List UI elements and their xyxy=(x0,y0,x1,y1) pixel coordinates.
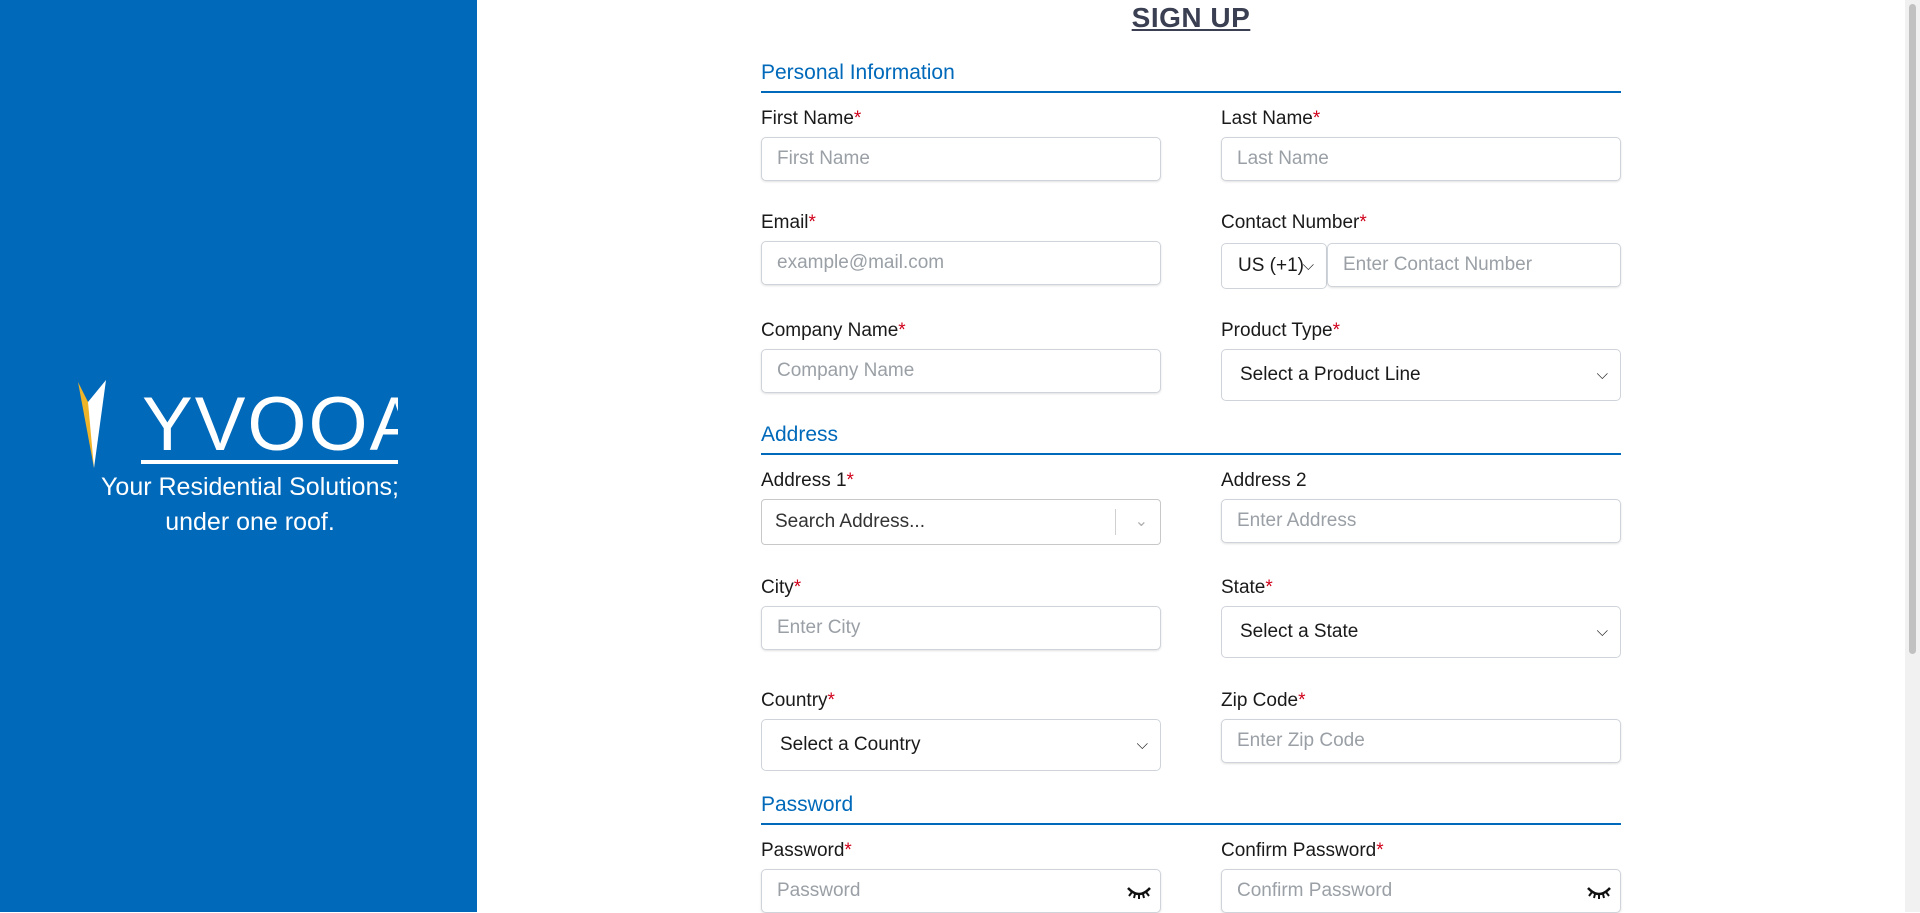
company-name-label: Company Name xyxy=(761,320,899,341)
chevron-down-icon: ⌵ xyxy=(1136,736,1148,753)
zip-code-field: Zip Code* Enter Zip Code xyxy=(1221,688,1621,763)
required-mark: * xyxy=(1312,108,1321,129)
required-mark: * xyxy=(827,690,835,711)
email-field: Email* example@mail.com xyxy=(761,210,1161,285)
chevron-down-icon: ⌵ xyxy=(1596,366,1608,383)
email-input[interactable]: example@mail.com xyxy=(761,241,1161,285)
address-1-label: Address 1 xyxy=(761,470,847,491)
address-search-select[interactable]: Search Address... ⌄ xyxy=(761,499,1161,545)
required-mark: * xyxy=(1265,577,1273,598)
state-label: State xyxy=(1221,577,1266,598)
last-name-label: Last Name xyxy=(1221,108,1313,129)
address-2-field: Address 2 Enter Address xyxy=(1221,468,1621,543)
scrollbar-thumb[interactable] xyxy=(1909,4,1916,654)
eye-closed-icon[interactable] xyxy=(1126,882,1152,902)
required-mark: * xyxy=(844,840,852,861)
tagline-line-1: Your Residential Solutions; xyxy=(101,473,399,501)
state-value: Select a State xyxy=(1240,621,1359,642)
brand-logo: YVOOA xyxy=(78,380,418,472)
product-type-value: Select a Product Line xyxy=(1240,364,1421,385)
product-type-label: Product Type xyxy=(1221,320,1333,341)
confirm-password-label: Confirm Password xyxy=(1221,840,1377,861)
country-value: Select a Country xyxy=(780,734,921,755)
first-name-field: First Name* First Name xyxy=(761,106,1161,181)
section-address: Address xyxy=(761,423,1621,455)
country-label: Country xyxy=(761,690,828,711)
tagline: Your Residential Solutions; under one ro… xyxy=(0,470,500,540)
address-1-field: Address 1* Search Address... ⌄ xyxy=(761,468,1161,545)
chevron-down-icon: ⌵ xyxy=(1302,257,1314,274)
zip-code-label: Zip Code xyxy=(1221,690,1299,711)
page-title: SIGN UP xyxy=(1131,2,1251,33)
required-mark: * xyxy=(793,577,802,598)
chevron-down-icon[interactable]: ⌄ xyxy=(1135,500,1148,544)
last-name-input[interactable]: Last Name xyxy=(1221,137,1621,181)
country-field: Country* Select a Country ⌵ xyxy=(761,688,1161,771)
brand-panel: YVOOA Your Residential Solutions; under … xyxy=(0,0,477,912)
first-name-input[interactable]: First Name xyxy=(761,137,1161,181)
country-code-value: US (+1) xyxy=(1238,255,1304,276)
confirm-password-input[interactable]: Confirm Password xyxy=(1221,869,1621,913)
separator xyxy=(1115,509,1116,535)
required-mark: * xyxy=(1298,690,1306,711)
address-search-placeholder: Search Address... xyxy=(775,511,925,532)
required-mark: * xyxy=(808,212,816,233)
last-name-field: Last Name* Last Name xyxy=(1221,106,1621,181)
zip-code-input[interactable]: Enter Zip Code xyxy=(1221,719,1621,763)
logo-text: YVOOA xyxy=(142,382,398,467)
section-personal-information: Personal Information xyxy=(761,61,1621,93)
password-label: Password xyxy=(761,840,845,861)
company-name-field: Company Name* Company Name xyxy=(761,318,1161,393)
city-label: City xyxy=(761,577,794,598)
contact-number-input[interactable]: Enter Contact Number xyxy=(1327,243,1621,287)
section-password: Password xyxy=(761,793,1621,825)
contact-number-label: Contact Number xyxy=(1221,212,1360,233)
country-select[interactable]: Select a Country ⌵ xyxy=(761,719,1161,771)
password-input[interactable]: Password xyxy=(761,869,1161,913)
required-mark: * xyxy=(1376,840,1384,861)
company-name-input[interactable]: Company Name xyxy=(761,349,1161,393)
contact-number-field: Contact Number* US (+1) ⌵ Enter Contact … xyxy=(1221,210,1621,289)
required-mark: * xyxy=(1359,212,1367,233)
state-select[interactable]: Select a State ⌵ xyxy=(1221,606,1621,658)
state-field: State* Select a State ⌵ xyxy=(1221,575,1621,658)
required-mark: * xyxy=(898,320,906,341)
required-mark: * xyxy=(1332,320,1341,341)
city-input[interactable]: Enter City xyxy=(761,606,1161,650)
vertical-scrollbar[interactable] xyxy=(1905,0,1920,912)
tagline-line-2: under one roof. xyxy=(165,508,335,536)
confirm-password-field: Confirm Password* Confirm Password xyxy=(1221,838,1621,913)
required-mark: * xyxy=(846,470,854,491)
city-field: City* Enter City xyxy=(761,575,1161,650)
country-code-select[interactable]: US (+1) ⌵ xyxy=(1221,243,1327,289)
chevron-down-icon: ⌵ xyxy=(1596,623,1608,640)
required-mark: * xyxy=(853,108,862,129)
email-label: Email xyxy=(761,212,809,233)
product-type-select[interactable]: Select a Product Line ⌵ xyxy=(1221,349,1621,401)
first-name-label: First Name xyxy=(761,108,854,129)
password-field: Password* Password xyxy=(761,838,1161,913)
eye-closed-icon[interactable] xyxy=(1586,882,1612,902)
address-2-label: Address 2 xyxy=(1221,470,1307,491)
confirm-password-placeholder: Confirm Password xyxy=(1237,880,1393,901)
product-type-field: Product Type* Select a Product Line ⌵ xyxy=(1221,318,1621,401)
password-placeholder: Password xyxy=(777,880,861,901)
address-2-input[interactable]: Enter Address xyxy=(1221,499,1621,543)
